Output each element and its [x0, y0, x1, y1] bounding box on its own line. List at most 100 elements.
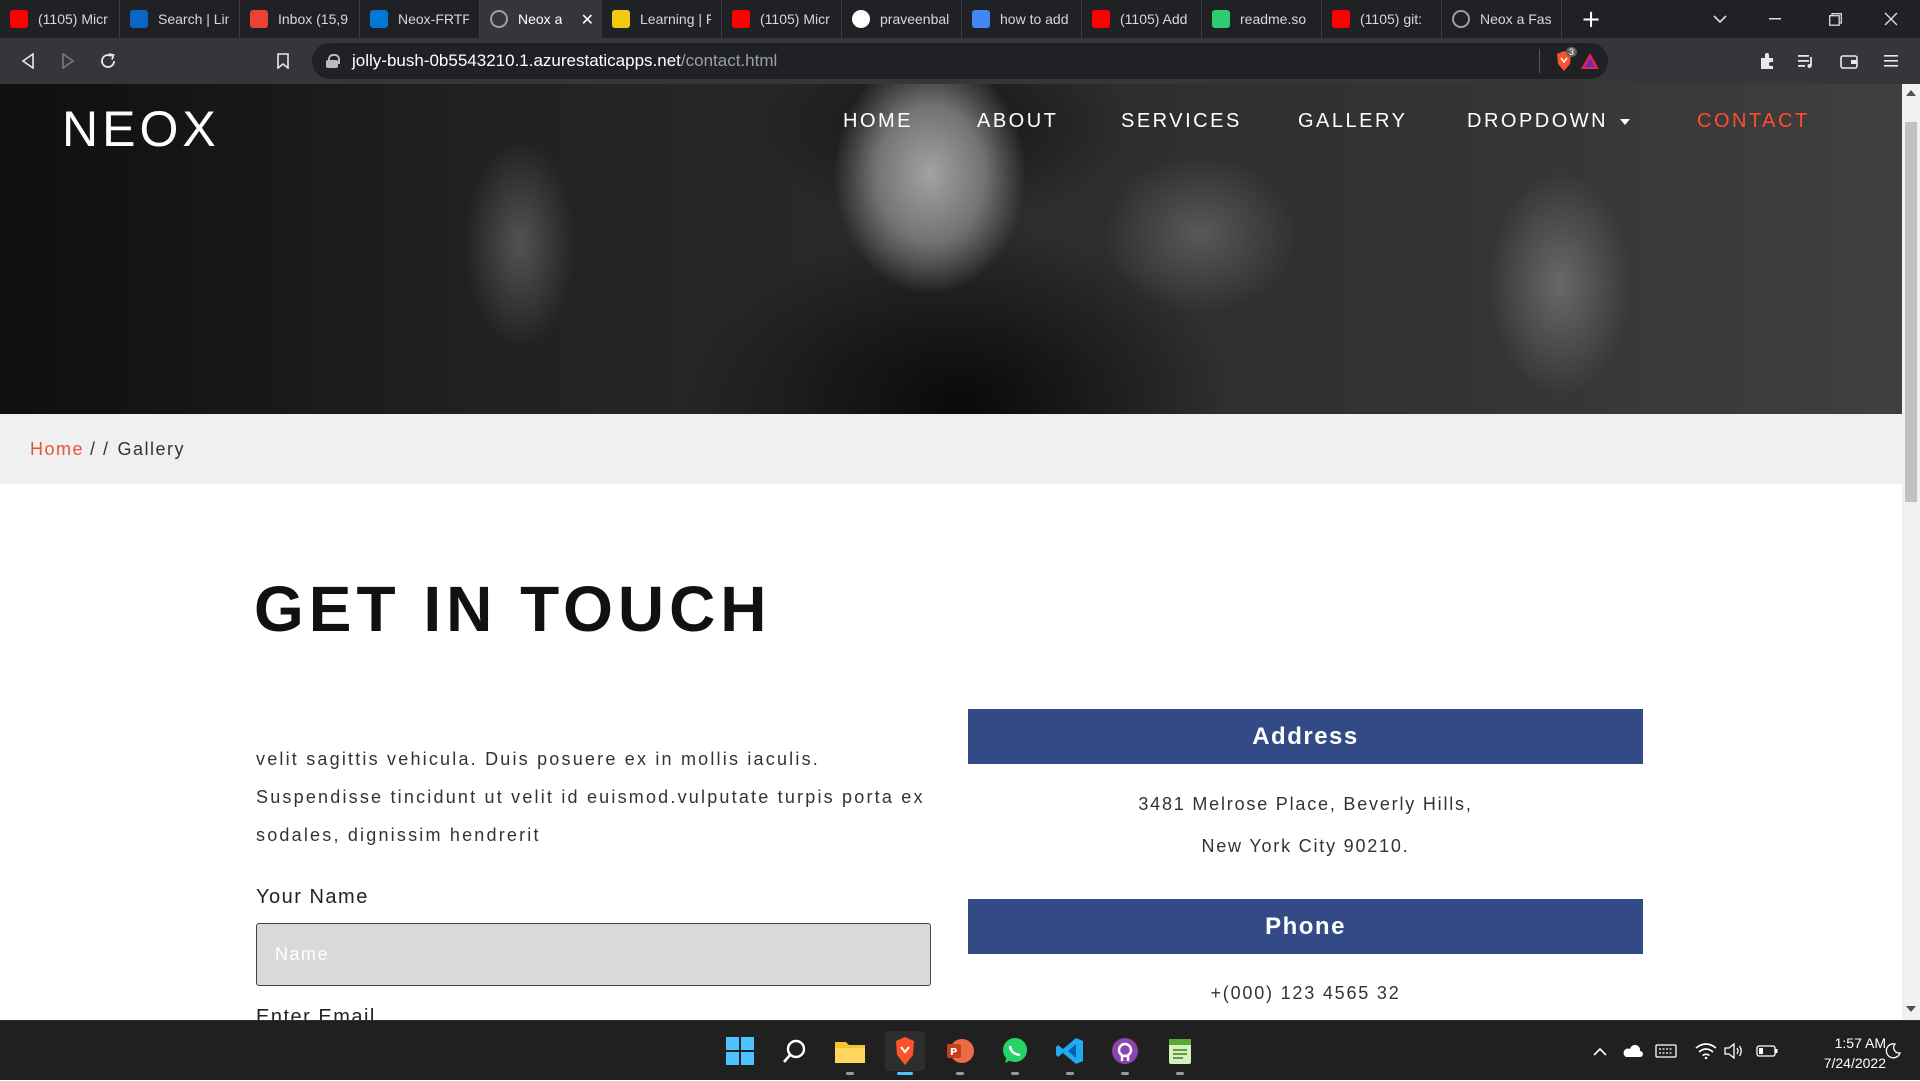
hero-overlay [0, 84, 1902, 414]
new-tab-button[interactable]: + [1576, 5, 1606, 33]
browser-tab[interactable]: Neox a Fas [1442, 0, 1562, 38]
tray-overflow-icon[interactable] [1588, 1021, 1612, 1081]
youtube-icon [1332, 10, 1350, 28]
playlist-icon[interactable] [1792, 46, 1822, 76]
browser-tab[interactable]: (1105) Micr [722, 0, 842, 38]
file-explorer-icon[interactable] [830, 1031, 870, 1075]
scroll-up-arrow-icon[interactable] [1906, 90, 1916, 96]
nav-home[interactable]: HOME [843, 110, 913, 133]
url-divider [1539, 49, 1540, 73]
caret-down-icon [1620, 118, 1631, 125]
globe-icon [1452, 10, 1470, 28]
nav-contact[interactable]: CONTACT [1697, 110, 1810, 133]
whatsapp-icon[interactable] [995, 1031, 1035, 1075]
bookmark-icon[interactable] [270, 48, 296, 74]
gmail-icon [250, 10, 268, 28]
onedrive-icon[interactable] [1618, 1021, 1646, 1081]
wifi-icon[interactable] [1692, 1021, 1720, 1081]
battery-icon[interactable] [1752, 1021, 1782, 1081]
menu-icon[interactable] [1876, 46, 1906, 76]
running-indicator [1121, 1072, 1129, 1075]
browser-tab-label: (1105) Micr [760, 11, 830, 27]
browser-tab[interactable]: Search | Lin [120, 0, 240, 38]
taskbar-clock[interactable]: 1:57 AM 7/24/2022 [1786, 1033, 1886, 1073]
reload-button[interactable] [95, 48, 121, 74]
start-icon[interactable] [720, 1031, 760, 1071]
browser-tab[interactable]: Neox a ✕ [480, 0, 602, 38]
extensions-icon[interactable] [1752, 46, 1782, 76]
phone-heading: Phone [968, 899, 1643, 954]
browser-tab[interactable]: (1105) Micr [0, 0, 120, 38]
breadcrumb: Home / / Gallery [0, 414, 1902, 484]
browser-tab[interactable]: praveenbal [842, 0, 962, 38]
page-scrollbar[interactable] [1902, 84, 1920, 1020]
browser-tab-label: readme.so [1240, 11, 1307, 27]
running-indicator [1011, 1072, 1019, 1075]
notepad-icon[interactable] [1160, 1031, 1200, 1075]
volume-icon[interactable] [1720, 1021, 1748, 1081]
back-button[interactable] [15, 48, 41, 74]
running-indicator [956, 1072, 964, 1075]
scrollbar-thumb[interactable] [1905, 122, 1917, 502]
wallet-icon[interactable] [1834, 46, 1864, 76]
url-path: /contact.html [680, 51, 778, 70]
google-icon [972, 10, 990, 28]
browser-tab[interactable]: how to add [962, 0, 1082, 38]
powerpoint-icon[interactable]: P [940, 1031, 980, 1075]
vscode-icon[interactable] [1050, 1031, 1090, 1075]
lock-icon [326, 54, 340, 68]
hero-banner-image: NEOX HOME ABOUT SERVICES GALLERY DROPDOW… [0, 84, 1902, 414]
breadcrumb-home-link[interactable]: Home [30, 439, 84, 460]
minimize-button[interactable] [1752, 0, 1798, 38]
search-icon[interactable] [775, 1031, 815, 1071]
windows-taskbar: P 1:57 AM 7/24/2022 [0, 1020, 1920, 1080]
nav-dropdown[interactable]: DROPDOWN [1467, 110, 1631, 133]
tab-search-icon[interactable] [1700, 0, 1740, 38]
restore-button[interactable] [1812, 0, 1858, 38]
globe-icon [490, 10, 508, 28]
nav-gallery[interactable]: GALLERY [1298, 110, 1407, 133]
keyboard-icon[interactable] [1652, 1021, 1680, 1081]
youtube-icon [1092, 10, 1110, 28]
browser-tab-label: Neox a [518, 11, 563, 27]
brave-taskbar-icon[interactable] [885, 1031, 925, 1075]
clock-date: 7/24/2022 [1823, 1055, 1886, 1071]
focus-assist-icon[interactable] [1880, 1021, 1906, 1081]
brave-shields-icon[interactable]: 3 [1554, 47, 1578, 72]
youtube-icon [732, 10, 750, 28]
phone-number[interactable]: +(000) 123 4565 32 [968, 983, 1643, 1004]
page-viewport: NEOX HOME ABOUT SERVICES GALLERY DROPDOW… [0, 84, 1902, 1020]
browser-tab-label: praveenbal [880, 11, 950, 27]
browser-tab-label: (1105) git: [1360, 11, 1422, 27]
github-icon [852, 10, 870, 28]
browser-tab[interactable]: readme.so [1202, 0, 1322, 38]
browser-tab-label: Inbox (15,9 [278, 11, 349, 27]
scroll-down-arrow-icon[interactable] [1906, 1006, 1916, 1012]
github-desktop-icon[interactable] [1105, 1031, 1145, 1075]
browser-tab[interactable]: Learning | F [602, 0, 722, 38]
browser-tab-label: (1105) Micr [38, 11, 108, 27]
nav-about[interactable]: ABOUT [977, 110, 1058, 133]
browser-tab[interactable]: Inbox (15,9 [240, 0, 360, 38]
address-line-2: New York City 90210. [1201, 836, 1410, 856]
close-window-button[interactable] [1866, 0, 1916, 38]
address-line-1: 3481 Melrose Place, Beverly Hills, [1138, 794, 1473, 814]
close-tab-icon[interactable]: ✕ [581, 10, 594, 30]
nav-services[interactable]: SERVICES [1121, 110, 1242, 133]
email-label: Enter Email [256, 1006, 376, 1020]
azure-icon [370, 10, 388, 28]
site-logo[interactable]: NEOX [62, 100, 220, 158]
browser-tab[interactable]: Neox-FRTP [360, 0, 480, 38]
browser-tab[interactable]: (1105) Add [1082, 0, 1202, 38]
browser-tab[interactable]: (1105) git: [1322, 0, 1442, 38]
forward-button[interactable] [55, 48, 81, 74]
shields-count: 3 [1566, 47, 1578, 57]
browser-tab-label: Neox-FRTP [398, 11, 469, 27]
url-bar[interactable]: jolly-bush-0b5543210.1.azurestaticapps.n… [312, 43, 1608, 79]
readme-icon [1212, 10, 1230, 28]
browser-tab-label: (1105) Add [1120, 11, 1188, 27]
brave-rewards-icon[interactable] [1580, 52, 1600, 70]
browser-tab-label: Learning | F [640, 11, 711, 27]
running-indicator [1066, 1072, 1074, 1075]
name-input[interactable] [256, 923, 931, 986]
